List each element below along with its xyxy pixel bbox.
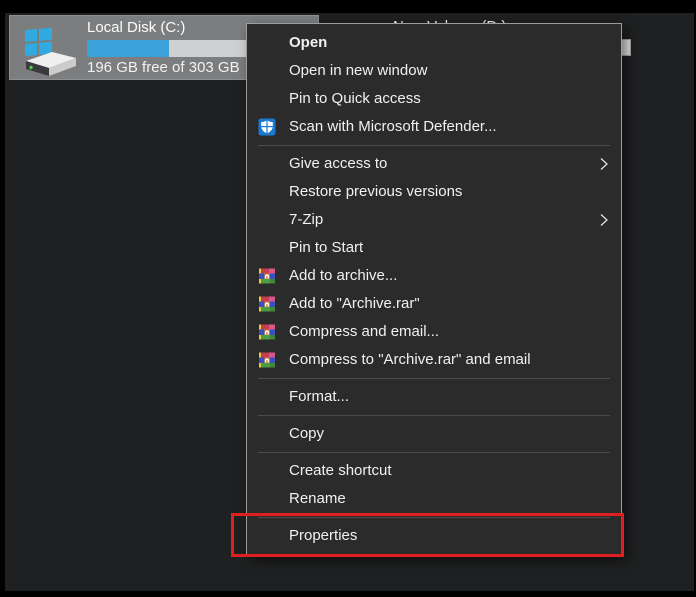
explorer-background: Local Disk (C:) 196 GB free of 303 GB Ne…: [5, 13, 694, 591]
menu-item-label: Copy: [289, 425, 325, 442]
menu-item-label: 7-Zip: [289, 211, 324, 228]
menu-item-compress-to-archive-rar-and-email[interactable]: Compress to "Archive.rar" and email: [247, 346, 621, 374]
menu-separator: [258, 378, 610, 379]
menu-item-label: Compress to "Archive.rar" and email: [289, 351, 531, 368]
menu-item-compress-and-email[interactable]: Compress and email...: [247, 318, 621, 346]
menu-item-7zip[interactable]: 7-Zip: [247, 206, 621, 234]
chevron-right-icon: [600, 214, 608, 226]
menu-item-label: Create shortcut: [289, 462, 392, 479]
menu-item-open-in-new-window[interactable]: Open in new window: [247, 57, 621, 85]
screenshot-root: Local Disk (C:) 196 GB free of 303 GB Ne…: [0, 0, 696, 597]
menu-item-rename[interactable]: Rename: [247, 485, 621, 513]
menu-separator: [258, 145, 610, 146]
hard-drive-windows-icon: [25, 27, 76, 76]
context-menu: Open Open in new window Pin to Quick acc…: [246, 23, 622, 556]
winrar-icon: [259, 324, 275, 340]
annotation-highlight-properties: [231, 513, 624, 557]
menu-item-copy[interactable]: Copy: [247, 420, 621, 448]
chevron-right-icon: [600, 158, 608, 170]
menu-item-give-access-to[interactable]: Give access to: [247, 150, 621, 178]
menu-separator: [258, 452, 610, 453]
menu-item-label: Scan with Microsoft Defender...: [289, 118, 497, 135]
menu-item-pin-to-start[interactable]: Pin to Start: [247, 234, 621, 262]
menu-item-add-to-archive[interactable]: Add to archive...: [247, 262, 621, 290]
menu-item-label: Rename: [289, 490, 346, 507]
menu-item-label: Add to archive...: [289, 267, 398, 284]
menu-item-add-to-archive-rar[interactable]: Add to "Archive.rar": [247, 290, 621, 318]
drive-name: Local Disk (C:): [87, 19, 186, 36]
menu-item-label: Give access to: [289, 155, 388, 172]
menu-item-label: Compress and email...: [289, 323, 440, 340]
c-drive-usage-fill: [87, 40, 170, 57]
menu-item-label: Add to "Archive.rar": [289, 295, 420, 312]
menu-item-label: Restore previous versions: [289, 183, 463, 200]
menu-item-label: Pin to Quick access: [289, 90, 421, 107]
menu-item-label: Open: [289, 34, 328, 51]
menu-item-scan-with-defender[interactable]: Scan with Microsoft Defender...: [247, 113, 621, 141]
winrar-icon: [259, 296, 275, 312]
menu-item-create-shortcut[interactable]: Create shortcut: [247, 457, 621, 485]
defender-shield-icon: [258, 118, 276, 136]
menu-item-restore-previous-versions[interactable]: Restore previous versions: [247, 178, 621, 206]
winrar-icon: [259, 352, 275, 368]
menu-item-format[interactable]: Format...: [247, 383, 621, 411]
menu-item-label: Pin to Start: [289, 239, 364, 256]
menu-item-label: Open in new window: [289, 62, 428, 79]
winrar-icon: [259, 268, 275, 284]
menu-item-open[interactable]: Open: [247, 29, 621, 57]
menu-separator: [258, 415, 610, 416]
menu-item-pin-to-quick-access[interactable]: Pin to Quick access: [247, 85, 621, 113]
menu-item-label: Format...: [289, 388, 350, 405]
drive-capacity-text: 196 GB free of 303 GB: [87, 59, 240, 76]
